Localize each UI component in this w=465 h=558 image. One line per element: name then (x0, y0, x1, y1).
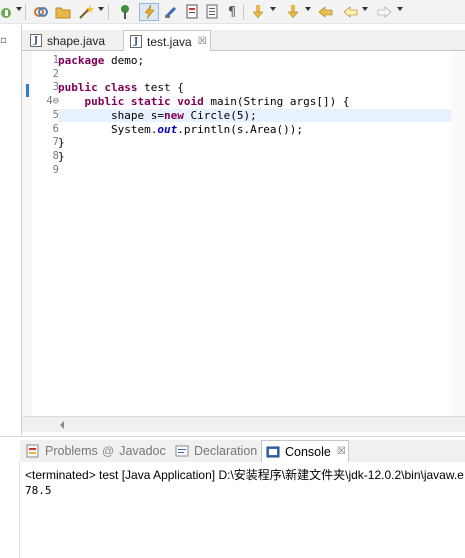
code-line[interactable]: public class test { (58, 81, 184, 94)
close-icon[interactable]: ☒ (337, 446, 346, 457)
declaration-icon (175, 444, 189, 458)
dropdown-arrow-icon[interactable] (270, 7, 276, 11)
tab-label: Problems (45, 444, 98, 458)
folder-icon[interactable] (54, 3, 72, 21)
change-marker (26, 84, 29, 97)
code-token: } (58, 149, 65, 163)
code-area[interactable]: package demo; public class test { public … (58, 51, 465, 416)
magic-wand-icon[interactable] (77, 3, 95, 21)
dropdown-arrow-icon[interactable] (362, 7, 368, 11)
link-icon[interactable] (32, 3, 50, 21)
code-token: shape s= (58, 108, 164, 122)
tab-javadoc[interactable]: @ Javadoc (102, 440, 166, 462)
code-line[interactable]: System.out.println(s.Area()); (58, 123, 303, 136)
code-token: Circle(5); (183, 108, 257, 122)
page-icon[interactable] (204, 3, 220, 21)
forward-icon[interactable] (376, 3, 392, 21)
java-file-icon: J (30, 34, 42, 47)
lightning-icon[interactable] (139, 3, 159, 21)
eclipse-window: ¶ ▫ J shape.java J test.java ☒ 1 2 3 4⊖ … (0, 0, 465, 558)
down-arrow-2-icon[interactable] (285, 3, 301, 21)
tab-test-java[interactable]: J test.java ☒ (123, 30, 211, 52)
overview-ruler (451, 51, 465, 416)
keyword-token: public (58, 81, 98, 95)
pilcrow-icon[interactable]: ¶ (225, 3, 239, 21)
document-icon[interactable] (184, 3, 200, 21)
keyword-token: public (84, 95, 125, 109)
console-status: <terminated> test [Java Application] D:\… (25, 468, 464, 482)
code-token: .println(s.Area()); (177, 122, 304, 136)
editor-tab-bar: J shape.java J test.java ☒ (22, 30, 465, 52)
code-token: main(String args[]) { (203, 95, 350, 109)
run-java-icon[interactable] (0, 3, 14, 21)
console-view[interactable]: <terminated> test [Java Application] D:\… (20, 462, 465, 558)
at-icon: @ (102, 444, 115, 458)
bottom-panel-tabs: Problems @ Javadoc Declaration Console ☒ (20, 440, 465, 462)
pin-icon[interactable] (117, 3, 133, 21)
problems-icon (26, 444, 40, 458)
keyword-token: static (130, 95, 171, 109)
code-token: System. (58, 122, 158, 136)
tab-label: Javadoc (119, 444, 166, 458)
tab-label: Declaration (194, 444, 258, 458)
dropdown-arrow-icon[interactable] (16, 7, 22, 11)
dropdown-arrow-icon[interactable] (98, 7, 104, 11)
keyword-token: package (58, 54, 105, 67)
close-icon[interactable]: ☒ (198, 36, 207, 47)
keyword-token: class (104, 81, 138, 95)
code-line[interactable]: shape s=new Circle(5); (58, 109, 257, 122)
console-icon (266, 445, 280, 459)
down-arrow-icon[interactable] (250, 3, 266, 21)
tab-label: test.java (147, 34, 192, 49)
java-file-icon: J (130, 35, 142, 48)
tab-declaration[interactable]: Declaration (175, 440, 257, 462)
main-toolbar: ¶ (0, 0, 465, 24)
annotation-ruler (22, 51, 32, 416)
code-line[interactable]: public static void main(String args[]) { (58, 95, 350, 109)
tab-label: shape.java (47, 33, 106, 48)
code-token: } (58, 136, 65, 150)
keyword-token: new (163, 108, 184, 122)
horizontal-scrollbar[interactable] (22, 416, 465, 432)
code-token: demo; (104, 54, 145, 67)
code-line[interactable]: package demo; (58, 54, 144, 67)
left-panel-edge: ▫ (0, 25, 22, 435)
code-editor[interactable]: 1 2 3 4⊖ 5 6 7 8 9 package demo; public class tes… (22, 51, 465, 416)
tab-label: Console (285, 444, 331, 459)
field-token: out (157, 122, 178, 136)
keyword-token: void (177, 95, 204, 109)
back-arrow-icon[interactable] (318, 3, 334, 21)
tab-shape-java[interactable]: J shape.java (26, 30, 116, 51)
toolbar-separator (25, 4, 26, 20)
back-icon[interactable] (343, 3, 359, 21)
code-token: test { (137, 81, 184, 95)
code-line[interactable]: } (58, 136, 65, 149)
scroll-left-icon[interactable] (60, 421, 64, 429)
toolbar-separator (243, 4, 244, 20)
dropdown-arrow-icon[interactable] (397, 7, 403, 11)
code-line[interactable]: } (58, 150, 65, 163)
divider (0, 436, 465, 437)
console-output: 78.5 (25, 484, 52, 497)
left-panel-edge-lower (0, 462, 20, 558)
toolbar-separator (108, 4, 109, 20)
dropdown-arrow-icon[interactable] (305, 7, 311, 11)
tab-console[interactable]: Console ☒ (261, 440, 349, 462)
pencil-icon[interactable] (163, 3, 179, 21)
tab-problems[interactable]: Problems (24, 440, 98, 462)
